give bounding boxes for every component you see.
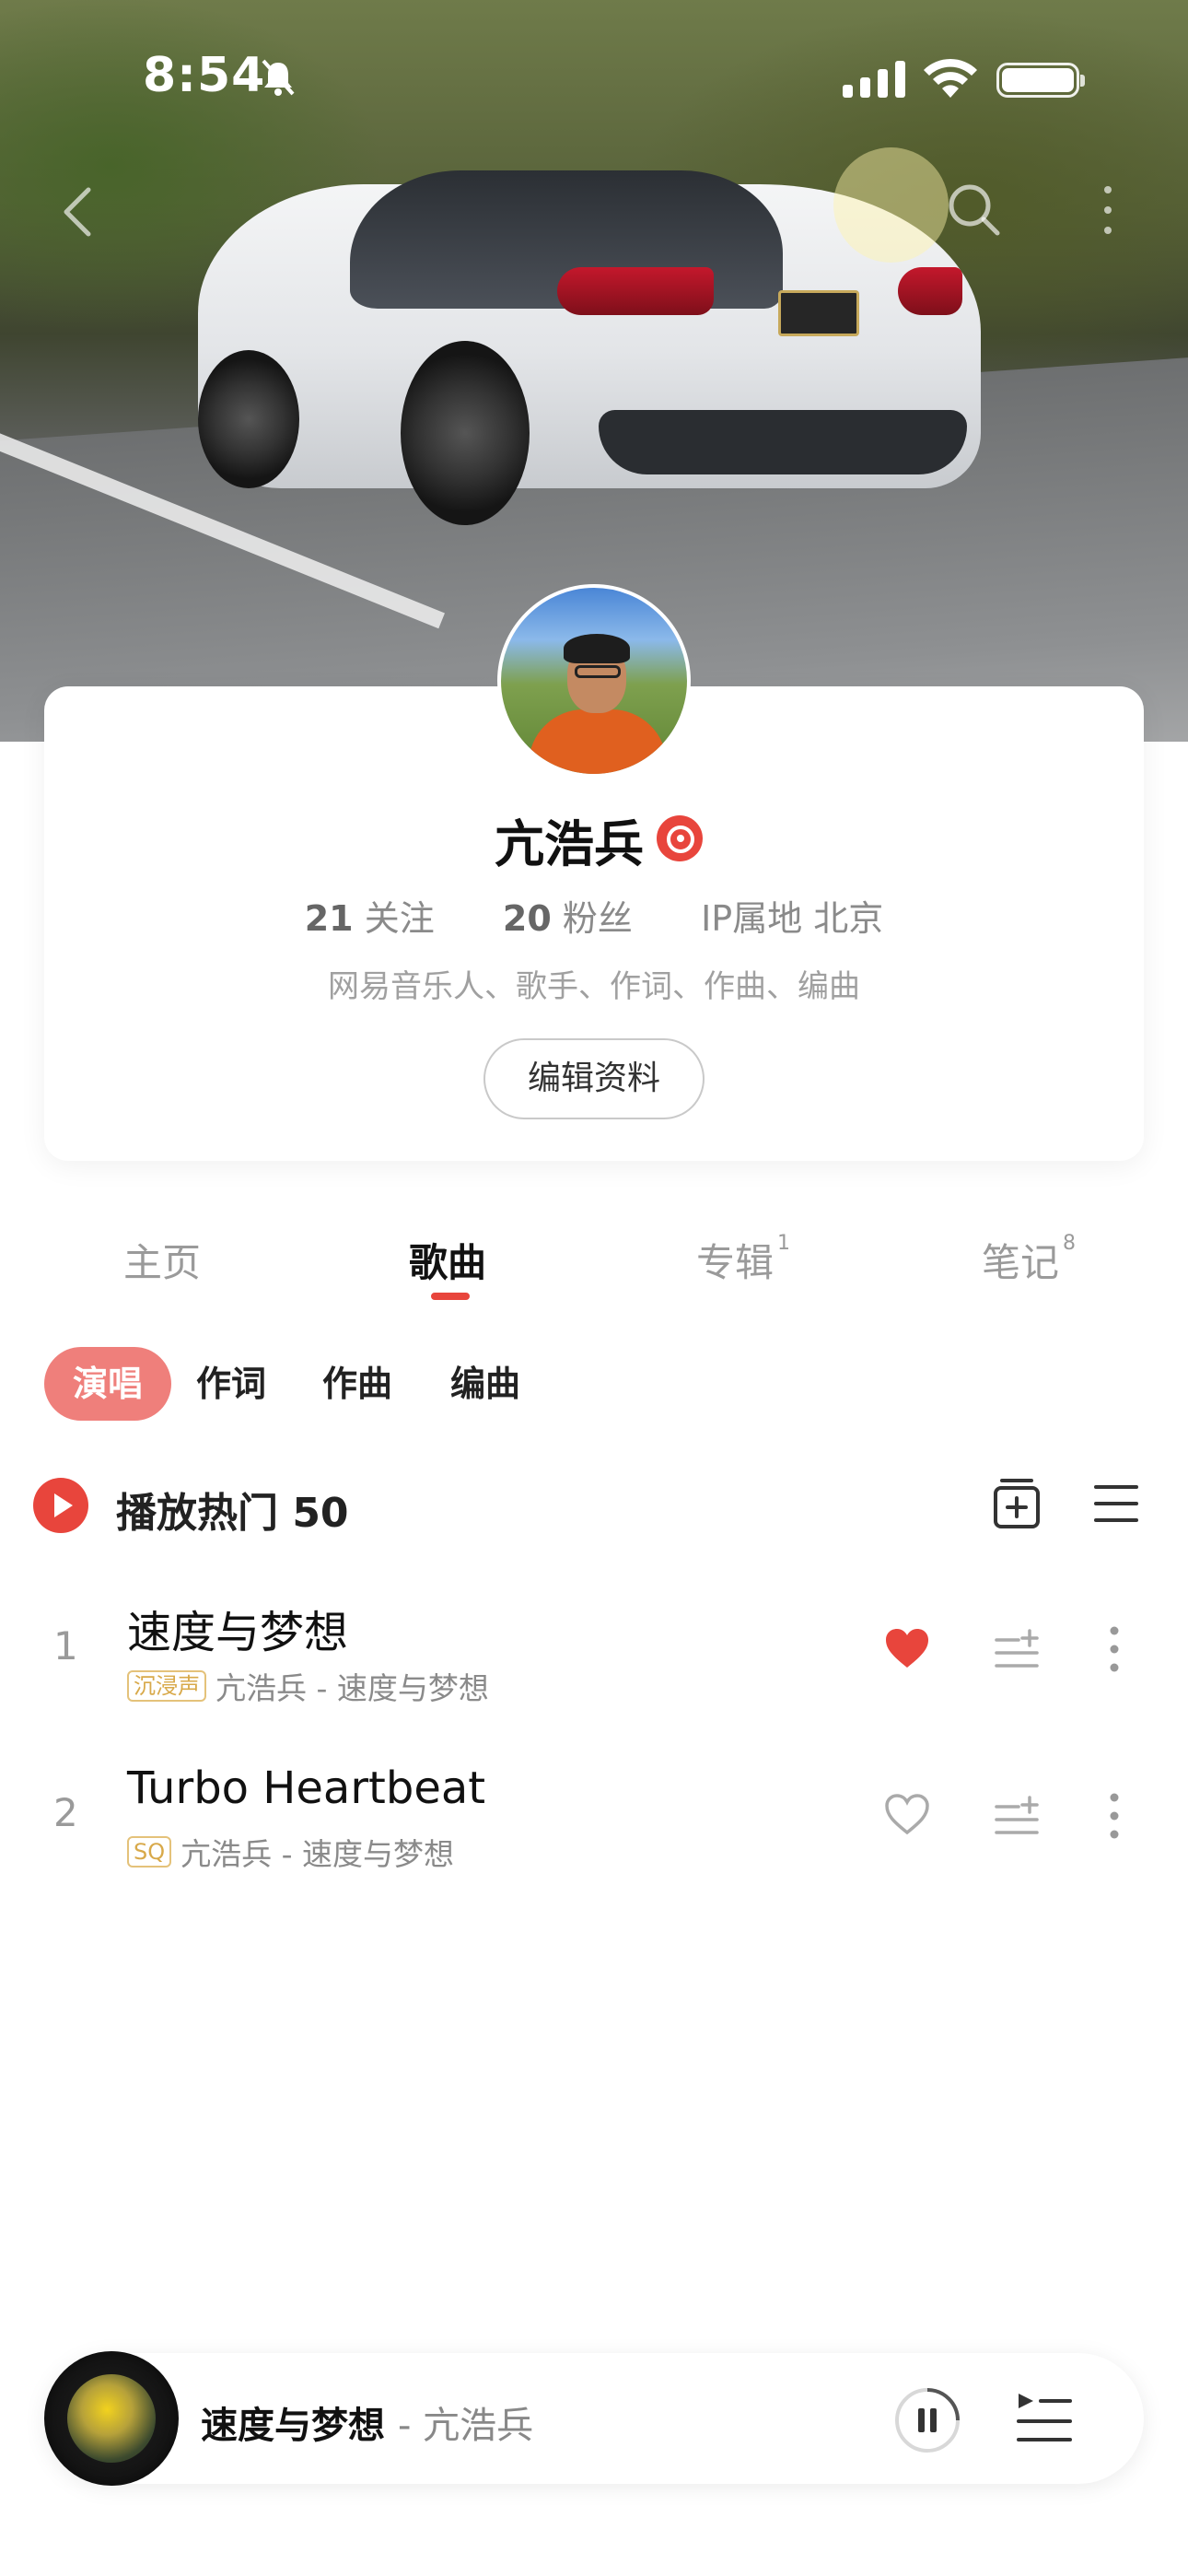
silent-bell-icon xyxy=(262,59,295,96)
play-hot-50-button[interactable]: 播放热门 50 xyxy=(116,1480,349,1539)
tab-notes[interactable]: 笔记 8 xyxy=(982,1232,1076,1288)
profile-bio: 网易音乐人、歌手、作词、作曲、编曲 xyxy=(328,968,860,1005)
followers-label: 粉丝 xyxy=(562,898,633,939)
musician-verified-icon[interactable] xyxy=(657,815,703,861)
status-time: 8:54 xyxy=(143,48,266,103)
list-menu-icon[interactable] xyxy=(1094,1483,1138,1524)
play-circle-icon[interactable] xyxy=(33,1478,88,1533)
avatar-glasses xyxy=(575,665,621,678)
cover-car-taillight xyxy=(898,267,962,315)
following-label: 关注 xyxy=(364,898,435,939)
role-filter-arrange[interactable]: 编曲 xyxy=(450,1347,520,1421)
now-playing-title[interactable]: 速度与梦想 - 亢浩兵 xyxy=(201,2395,533,2449)
tab-count-badge: 8 xyxy=(1063,1232,1077,1255)
cover-car-bumper xyxy=(599,410,967,474)
now-playing-album-art[interactable] xyxy=(44,2351,179,2486)
profile-stats: 21 关注 20 粉丝 IP属地 北京 xyxy=(0,890,1188,941)
battery-icon xyxy=(996,63,1085,98)
song-title: 速度与梦想 xyxy=(127,1607,349,1658)
more-vertical-icon[interactable] xyxy=(1094,181,1122,240)
add-to-queue-icon[interactable] xyxy=(995,1629,1039,1669)
cover-light-glow xyxy=(833,147,949,263)
following-stat[interactable]: 21 关注 xyxy=(305,898,446,939)
tab-count-badge: 1 xyxy=(777,1232,791,1255)
now-playing-song: 速度与梦想 xyxy=(201,2405,385,2447)
add-to-collection-icon[interactable] xyxy=(993,1478,1041,1529)
tab-songs[interactable]: 歌曲 xyxy=(409,1232,486,1288)
avatar-shirt xyxy=(529,709,667,774)
following-count: 21 xyxy=(304,898,354,939)
ip-location: IP属地 北京 xyxy=(701,898,884,939)
song-title: Turbo Heartbeat xyxy=(127,1762,486,1814)
song-meta: 沉浸声 亢浩兵 - 速度与梦想 xyxy=(127,1664,489,1708)
wifi-icon xyxy=(924,58,977,98)
edit-profile-button[interactable]: 编辑资料 xyxy=(483,1038,705,1119)
cover-car-plate xyxy=(778,290,859,336)
heart-filled-icon[interactable] xyxy=(884,1627,930,1669)
role-filter-lyrics[interactable]: 作词 xyxy=(196,1347,266,1421)
tab-home[interactable]: 主页 xyxy=(123,1232,201,1288)
song-artist-album: 亢浩兵 - 速度与梦想 xyxy=(215,1670,489,1706)
tab-label: 歌曲 xyxy=(409,1240,487,1285)
tab-label: 主页 xyxy=(123,1240,202,1285)
immersive-audio-tag: 沉浸声 xyxy=(127,1670,206,1702)
playlist-icon[interactable] xyxy=(1015,2390,1074,2449)
more-vertical-icon[interactable] xyxy=(1103,1623,1125,1675)
profile-name-text: 亢浩兵 xyxy=(495,815,644,873)
add-to-queue-icon[interactable] xyxy=(995,1796,1039,1836)
now-playing-artist: - 亢浩兵 xyxy=(397,2405,534,2447)
avatar-hair xyxy=(564,634,630,663)
song-artist-album: 亢浩兵 - 速度与梦想 xyxy=(181,1836,455,1872)
album-cover-art xyxy=(67,2374,156,2463)
sq-quality-tag: SQ xyxy=(127,1836,172,1868)
cellular-signal-icon xyxy=(843,61,905,98)
more-vertical-icon[interactable] xyxy=(1103,1790,1125,1842)
profile-name: 亢浩兵 xyxy=(0,803,1188,876)
song-index: 2 xyxy=(53,1790,78,1835)
cover-car-wheel xyxy=(198,350,299,488)
tab-albums[interactable]: 专辑 1 xyxy=(696,1232,790,1288)
cover-car-taillight xyxy=(557,267,714,315)
cover-car-wheel xyxy=(401,341,530,525)
role-filter-compose[interactable]: 作曲 xyxy=(322,1347,392,1421)
song-index: 1 xyxy=(53,1623,78,1669)
avatar[interactable] xyxy=(497,584,691,778)
followers-stat[interactable]: 20 粉丝 xyxy=(503,898,644,939)
back-arrow-icon[interactable] xyxy=(55,184,101,240)
status-bar: 8:54 xyxy=(0,0,1188,237)
tab-label: 笔记 xyxy=(982,1240,1060,1285)
tab-label: 专辑 xyxy=(696,1240,775,1285)
search-icon[interactable] xyxy=(944,180,1003,239)
pause-icon[interactable] xyxy=(893,2386,961,2454)
tab-active-indicator xyxy=(431,1293,470,1300)
heart-outline-icon[interactable] xyxy=(884,1793,930,1835)
role-filter-sing[interactable]: 演唱 xyxy=(44,1347,171,1421)
followers-count: 20 xyxy=(502,898,552,939)
song-meta: SQ 亢浩兵 - 速度与梦想 xyxy=(127,1830,454,1874)
